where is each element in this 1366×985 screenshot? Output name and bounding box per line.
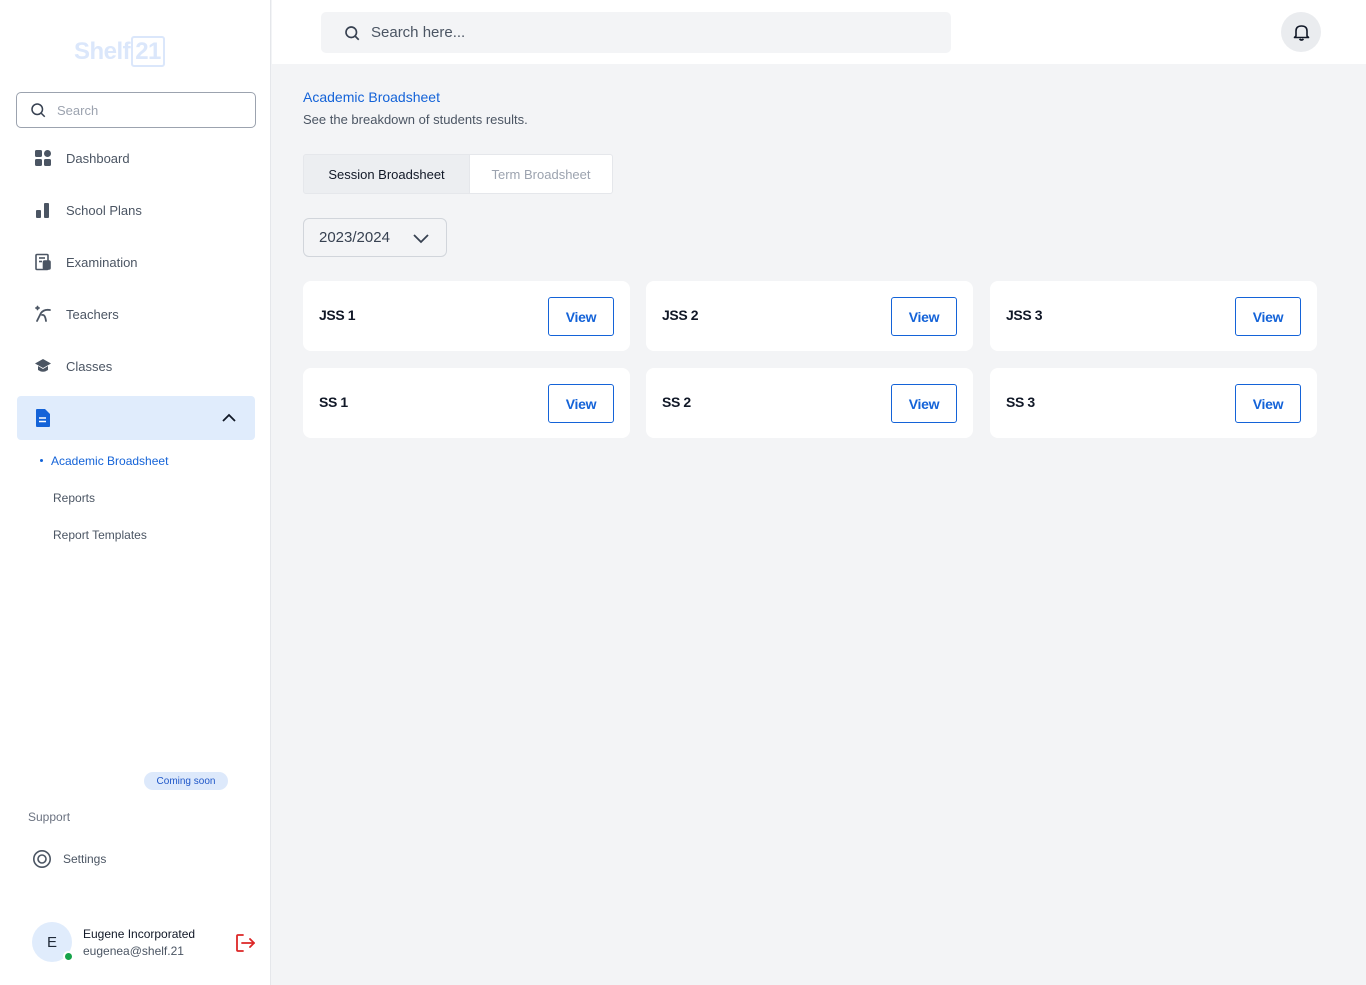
class-name: JSS 1 [319,307,356,323]
sidebar-section-results[interactable] [17,396,255,440]
sidebar-item-dashboard[interactable]: Dashboard [34,148,130,168]
global-search-input[interactable] [371,24,931,41]
online-status-dot [63,951,74,962]
tab-term-broadsheet[interactable]: Term Broadsheet [470,154,613,194]
sidebar-search-placeholder: Search [57,102,99,118]
brand-number: 21 [131,36,165,67]
sidebar-item-label: School Plans [66,202,142,218]
sidebar-item-examination[interactable]: Examination [34,252,138,272]
notifications-button[interactable] [1281,12,1321,52]
class-name: SS 3 [1006,394,1035,410]
class-name: JSS 2 [662,307,699,323]
class-card-jss2: JSS 2 View [646,281,973,351]
view-button-jss3[interactable]: View [1235,297,1301,336]
sidebar-subitem-report-templates[interactable]: Report Templates [53,528,147,542]
sidebar-item-school-plans[interactable]: School Plans [34,200,142,220]
sidebar-item-label: Examination [66,254,138,270]
gear-icon [33,850,51,868]
dashboard-icon [34,149,52,167]
view-button-ss1[interactable]: View [548,384,614,423]
settings-label: Settings [63,852,107,866]
logout-icon[interactable] [235,933,256,953]
view-button-jss1[interactable]: View [548,297,614,336]
class-name: SS 1 [319,394,348,410]
sidebar-item-label: Dashboard [66,150,130,166]
avatar-initial: E [46,933,57,951]
user-email: eugenea@shelf.21 [83,944,184,958]
tab-session-broadsheet[interactable]: Session Broadsheet [303,154,470,194]
session-select[interactable]: 2023/2024 [303,218,447,257]
document-icon [36,409,50,427]
active-indicator-dot [40,459,43,462]
page-subtitle: See the breakdown of students results. [303,112,528,127]
sidebar-item-teachers[interactable]: Teachers [34,304,119,324]
view-button-ss3[interactable]: View [1235,384,1301,423]
breadcrumb[interactable]: Academic Broadsheet [303,89,440,105]
search-icon [31,103,46,118]
session-select-value: 2023/2024 [319,229,390,246]
sidebar: Shelf 21 Search Dashboard School Plans Ex… [0,0,271,985]
coming-soon-badge: Coming soon [144,772,228,790]
teachers-icon [34,305,52,323]
sidebar-item-label: Classes [66,358,113,374]
class-card-jss3: JSS 3 View [990,281,1317,351]
class-card-ss3: SS 3 View [990,368,1317,438]
sidebar-subitem-reports[interactable]: Reports [53,491,95,505]
class-card-ss1: SS 1 View [303,368,630,438]
sidebar-item-classes[interactable]: Classes [34,356,112,376]
class-name: SS 2 [662,394,691,410]
user-name: Eugene Incorporated [83,927,196,941]
exam-icon [34,253,52,271]
chevron-down-icon [413,234,429,244]
support-heading: Support [28,810,71,824]
search-icon [345,25,360,40]
global-search[interactable] [321,12,951,53]
class-card-ss2: SS 2 View [646,368,973,438]
view-button-ss2[interactable]: View [891,384,957,423]
class-card-jss1: JSS 1 View [303,281,630,351]
graduation-cap-icon [34,357,52,375]
brand-name: Shelf [74,38,131,65]
sidebar-item-label: Teachers [66,306,119,322]
sidebar-item-settings[interactable]: Settings [32,849,106,869]
bar-chart-icon [34,201,52,219]
sidebar-subitem-academic-broadsheet[interactable]: Academic Broadsheet [51,454,168,468]
class-name: JSS 3 [1006,307,1043,323]
chevron-up-icon[interactable] [221,410,237,426]
view-button-jss2[interactable]: View [891,297,957,336]
broadsheet-tabs: Session Broadsheet Term Broadsheet [303,154,613,194]
bell-icon [1293,25,1309,41]
brand-logo[interactable]: Shelf 21 [74,36,165,67]
sidebar-search[interactable]: Search [16,92,256,128]
topbar [272,0,1366,64]
